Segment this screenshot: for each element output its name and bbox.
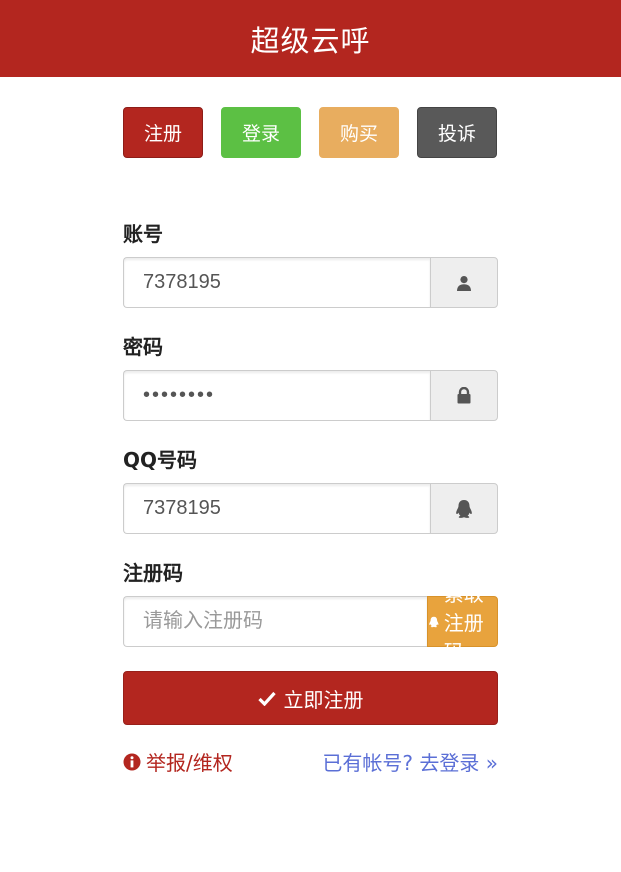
account-addon xyxy=(430,257,498,308)
buy-button[interactable]: 购买 xyxy=(319,107,399,158)
reg-code-group: 索取注册码 xyxy=(123,582,498,664)
report-link[interactable]: 举报/维权 xyxy=(123,747,233,776)
register-now-label: 立即注册 xyxy=(283,687,364,712)
register-form: 账号 密码 QQ号码 xyxy=(123,221,498,776)
info-circle-icon xyxy=(123,753,141,770)
login-button[interactable]: 登录 xyxy=(221,107,301,158)
main-container: 注册 登录 购买 投诉 账号 密码 QQ号码 xyxy=(123,107,498,776)
report-label: 举报/维权 xyxy=(146,751,233,775)
reg-code-label: 注册码 xyxy=(123,561,183,585)
request-reg-code-label: 索取注册码 xyxy=(443,582,484,664)
request-reg-code-button[interactable]: 索取注册码 xyxy=(427,582,498,664)
app-header: 超级云呼 xyxy=(0,0,621,77)
nav-buttons: 注册 登录 购买 投诉 xyxy=(123,107,498,158)
qq-penguin-icon xyxy=(456,499,472,518)
complaint-button[interactable]: 投诉 xyxy=(417,107,497,158)
lock-icon xyxy=(457,387,471,404)
user-icon xyxy=(457,275,471,291)
footer-links: 举报/维权 已有帐号? 去登录 » xyxy=(123,747,498,776)
qq-group xyxy=(123,483,498,534)
password-group xyxy=(123,370,498,421)
qq-penguin-icon xyxy=(429,616,439,627)
password-addon xyxy=(430,370,498,421)
password-label: 密码 xyxy=(123,335,163,359)
account-group xyxy=(123,257,498,308)
qq-addon xyxy=(430,483,498,534)
qq-input[interactable] xyxy=(123,483,430,534)
register-now-button[interactable]: 立即注册 xyxy=(123,671,498,725)
account-label: 账号 xyxy=(123,222,163,246)
register-button[interactable]: 注册 xyxy=(123,107,203,158)
password-input[interactable] xyxy=(123,370,430,421)
check-icon xyxy=(257,691,276,706)
account-input[interactable] xyxy=(123,257,430,308)
page-title: 超级云呼 xyxy=(250,23,371,58)
go-login-link[interactable]: 已有帐号? 去登录 » xyxy=(322,747,498,776)
reg-code-input[interactable] xyxy=(123,596,427,647)
qq-label: QQ号码 xyxy=(123,448,198,472)
